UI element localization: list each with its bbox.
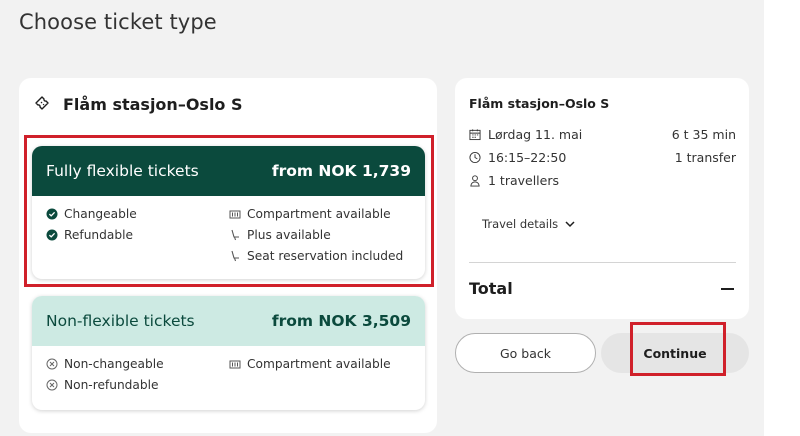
clock-icon xyxy=(469,151,481,164)
travel-details-toggle[interactable]: Travel details xyxy=(482,217,576,231)
go-back-button[interactable]: Go back xyxy=(455,333,596,373)
compartment-icon xyxy=(229,358,241,370)
ticket-name: Non-flexible tickets xyxy=(46,312,195,330)
non-flexible-ticket-option[interactable]: Non-flexible tickets from NOK 3,509 Non-… xyxy=(32,296,425,410)
feature-non-refundable: Non-refundable xyxy=(46,377,229,393)
collapse-minus-icon[interactable] xyxy=(721,288,734,290)
ticket-selection-card: Flåm stasjon–Oslo S Fully flexible ticke… xyxy=(19,78,437,433)
ticket-price: from NOK 3,509 xyxy=(271,312,411,330)
total-label: Total xyxy=(469,279,513,298)
journey-summary-card: Flåm stasjon–Oslo S Lørdag 11. mai 6 t 3… xyxy=(455,78,749,319)
route-header: Flåm stasjon–Oslo S xyxy=(33,94,243,114)
ticket-header: Non-flexible tickets from NOK 3,509 xyxy=(32,296,425,346)
route-label: Flåm stasjon–Oslo S xyxy=(63,94,243,114)
summary-date-row: Lørdag 11. mai 6 t 35 min xyxy=(469,127,736,142)
ticket-features: Non-changeable Non-refundable Compartmen… xyxy=(32,346,425,403)
summary-travellers-row: 1 travellers xyxy=(469,173,736,188)
summary-time-row: 16:15–22:50 1 transfer xyxy=(469,150,736,165)
person-icon xyxy=(469,175,481,187)
divider xyxy=(469,262,736,263)
page-background: Choose ticket type Flåm stasjon–Oslo S F… xyxy=(0,0,764,436)
feature-non-changeable: Non-changeable xyxy=(46,356,229,372)
selection-highlight xyxy=(24,135,434,287)
chevron-down-icon xyxy=(564,218,576,230)
summary-route: Flåm stasjon–Oslo S xyxy=(469,96,610,111)
x-circle-icon xyxy=(46,358,58,370)
continue-highlight xyxy=(630,322,726,376)
calendar-icon xyxy=(469,129,481,141)
ticket-icon xyxy=(33,94,53,114)
x-circle-icon xyxy=(46,379,58,391)
summary-duration: 6 t 35 min xyxy=(671,127,736,142)
summary-transfers: 1 transfer xyxy=(674,150,736,165)
page-title: Choose ticket type xyxy=(19,10,217,34)
feature-compartment: Compartment available xyxy=(229,356,391,372)
